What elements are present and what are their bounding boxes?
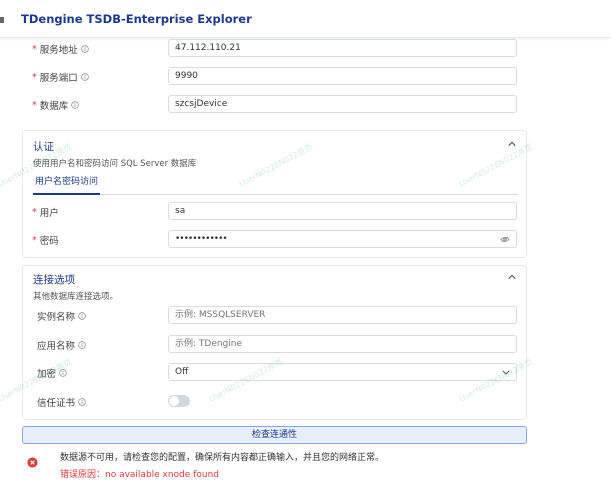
info-icon[interactable] [78, 341, 86, 349]
required-mark: * [32, 43, 37, 55]
auth-tabs: 用户名密码访问 [33, 173, 518, 195]
password-label: 密码 [39, 236, 59, 247]
database-label: 数据库 [39, 101, 69, 112]
info-icon[interactable] [71, 101, 79, 109]
error-reason: 错误原因：no available xnode found [60, 470, 219, 480]
auth-section-subtitle: 使用用户名和密码访问 SQL Server 数据库 [33, 159, 197, 169]
trust-cert-row: 信任证书 [32, 392, 517, 412]
encrypt-select[interactable]: Off [168, 363, 517, 381]
error-message: 数据源不可用，请检查您的配置，确保所有内容都正确输入，并且您的网络正常。 [60, 453, 385, 463]
chevron-up-icon[interactable] [508, 141, 516, 147]
database-input[interactable]: szcsjDevice [168, 95, 517, 113]
chevron-down-icon [502, 370, 510, 375]
server-address-row: * 服务地址 47.112.110.21 [32, 39, 517, 59]
app-header: TDengine TSDB-Enterprise Explorer [0, 0, 611, 38]
info-icon[interactable] [78, 312, 86, 320]
required-mark: * [32, 234, 37, 246]
app-name-label: 应用名称 [37, 341, 76, 352]
info-icon[interactable] [78, 398, 86, 406]
password-input[interactable]: •••••••••••• [168, 230, 517, 248]
instance-label: 实例名称 [37, 312, 76, 323]
info-icon[interactable] [81, 45, 89, 53]
password-row: * 密码 •••••••••••• [32, 230, 517, 250]
tab-username-password[interactable]: 用户名密码访问 [33, 173, 101, 195]
server-address-label: 服务地址 [39, 45, 78, 56]
app-title: TDengine TSDB-Enterprise Explorer [21, 12, 252, 26]
info-icon[interactable] [59, 369, 67, 377]
chevron-up-icon[interactable] [508, 274, 516, 280]
app-name-row: 应用名称 [32, 335, 517, 355]
database-row: * 数据库 szcsjDevice [32, 95, 517, 115]
required-mark: * [32, 71, 37, 83]
instance-row: 实例名称 [32, 306, 517, 326]
instance-input[interactable] [168, 306, 517, 324]
user-row: * 用户 sa [32, 202, 517, 222]
encrypt-label: 加密 [37, 369, 57, 380]
connection-section-subtitle: 其他数据库连接选项。 [33, 292, 119, 302]
server-address-input[interactable]: 47.112.110.21 [168, 39, 517, 57]
sidebar-collapse-marker[interactable] [0, 17, 4, 23]
connection-section-title: 连接选项 [33, 274, 75, 286]
user-input[interactable]: sa [168, 202, 517, 220]
server-port-label: 服务端口 [39, 73, 78, 84]
encrypt-row: 加密 Off [32, 363, 517, 383]
required-mark: * [32, 99, 37, 111]
auth-section-title: 认证 [33, 141, 54, 153]
required-mark: * [32, 206, 37, 218]
info-icon[interactable] [81, 73, 89, 81]
user-label: 用户 [39, 208, 59, 219]
error-icon [27, 457, 38, 471]
toggle-knob [169, 396, 179, 406]
trust-cert-toggle[interactable] [168, 395, 190, 407]
server-port-row: * 服务端口 9990 [32, 67, 517, 87]
check-connectivity-button[interactable]: 检查连通性 [22, 426, 527, 444]
eye-icon[interactable] [500, 236, 510, 243]
server-port-input[interactable]: 9990 [168, 67, 517, 85]
app-name-input[interactable] [168, 335, 517, 353]
trust-cert-label: 信任证书 [37, 398, 76, 409]
